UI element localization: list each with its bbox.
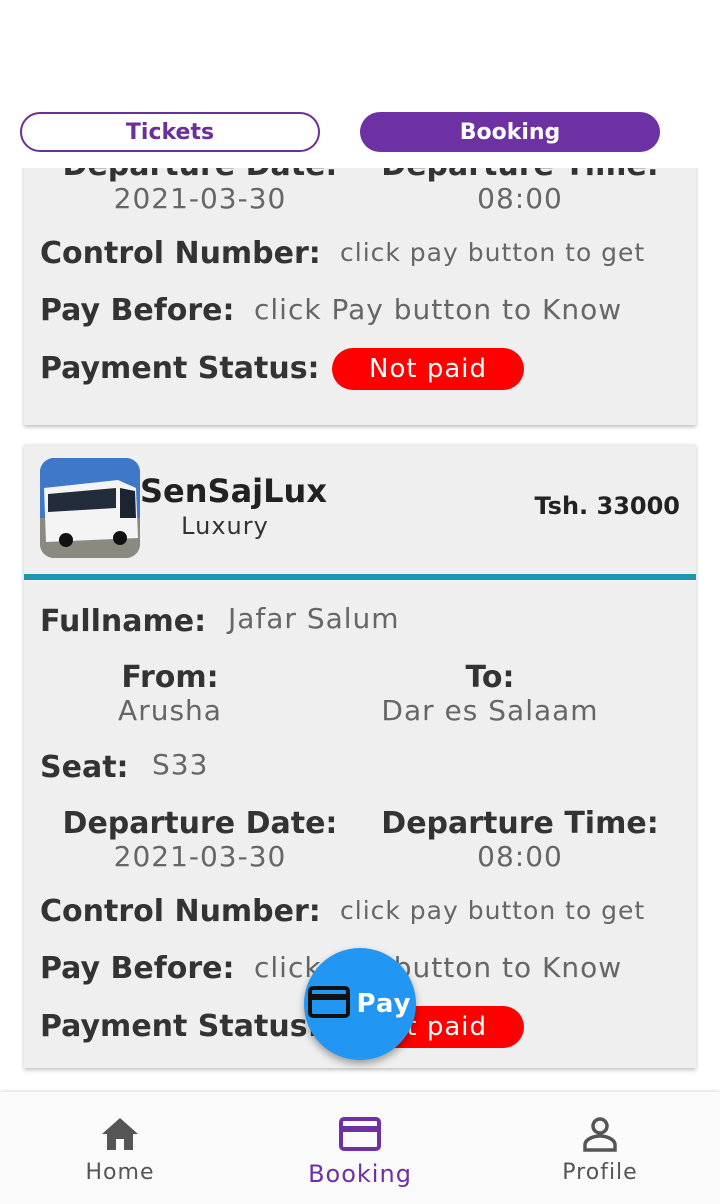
control-number-label: Control Number:	[40, 894, 321, 929]
nav-profile[interactable]: Profile	[480, 1092, 720, 1204]
to-label: To:	[465, 660, 515, 695]
control-number-value: click pay button to get	[340, 238, 646, 267]
to-value: Dar es Salaam	[381, 694, 599, 727]
fullname-value: Jafar Salum	[228, 602, 400, 635]
pay-button-label: Pay	[356, 989, 412, 1019]
ticket-price: Tsh. 33000	[534, 492, 680, 520]
nav-home[interactable]: Home	[0, 1092, 240, 1204]
pay-before-value: click Pay button to Know	[254, 293, 623, 326]
credit-card-icon	[308, 986, 351, 1022]
tab-tickets[interactable]: Tickets	[20, 112, 320, 152]
pay-before-label: Pay Before:	[40, 951, 235, 986]
card-header: SenSajLux Luxury Tsh. 33000	[24, 444, 696, 576]
tab-bar: Tickets Booking	[0, 112, 720, 168]
departure-date-value: 2021-03-30	[113, 840, 287, 873]
payment-status-label: Payment Status:	[40, 1009, 320, 1044]
pay-before-label: Pay Before:	[40, 293, 235, 328]
departure-time-value: 08:00	[477, 840, 563, 873]
credit-card-icon	[339, 1114, 381, 1154]
departure-date-value: 2021-03-30	[113, 182, 287, 215]
nav-booking-label: Booking	[308, 1160, 412, 1188]
from-value: Arusha	[118, 694, 222, 727]
departure-date-label: Departure Date:	[62, 806, 338, 841]
header-divider	[24, 574, 696, 580]
departure-time-label: Departure Time:	[360, 168, 680, 183]
bottom-nav: Home Booking Profile	[0, 1092, 720, 1204]
booking-card-previous: Departure Date: 2021-03-30 Departure Tim…	[24, 168, 696, 425]
seat-value: S33	[152, 748, 209, 781]
nav-booking[interactable]: Booking	[240, 1092, 480, 1204]
nav-profile-label: Profile	[562, 1160, 638, 1185]
departure-date-label: Departure Date:	[40, 168, 360, 183]
departure-time-value: 08:00	[477, 182, 563, 215]
tab-booking[interactable]: Booking	[360, 112, 660, 152]
fullname-label: Fullname:	[40, 604, 207, 639]
control-number-label: Control Number:	[40, 236, 321, 271]
from-label: From:	[121, 660, 219, 695]
bus-image	[40, 458, 140, 558]
nav-home-label: Home	[85, 1160, 155, 1185]
payment-status-badge: Not paid	[332, 348, 524, 390]
bus-class: Luxury	[181, 512, 269, 540]
seat-label: Seat:	[40, 750, 129, 785]
payment-status-label: Payment Status:	[40, 351, 320, 386]
company-name: SenSajLux	[140, 472, 327, 510]
home-icon	[100, 1114, 140, 1154]
pay-button[interactable]: Pay	[304, 948, 416, 1060]
control-number-value: click pay button to get	[340, 896, 646, 925]
person-icon	[582, 1114, 618, 1154]
departure-time-label: Departure Time:	[381, 806, 659, 841]
